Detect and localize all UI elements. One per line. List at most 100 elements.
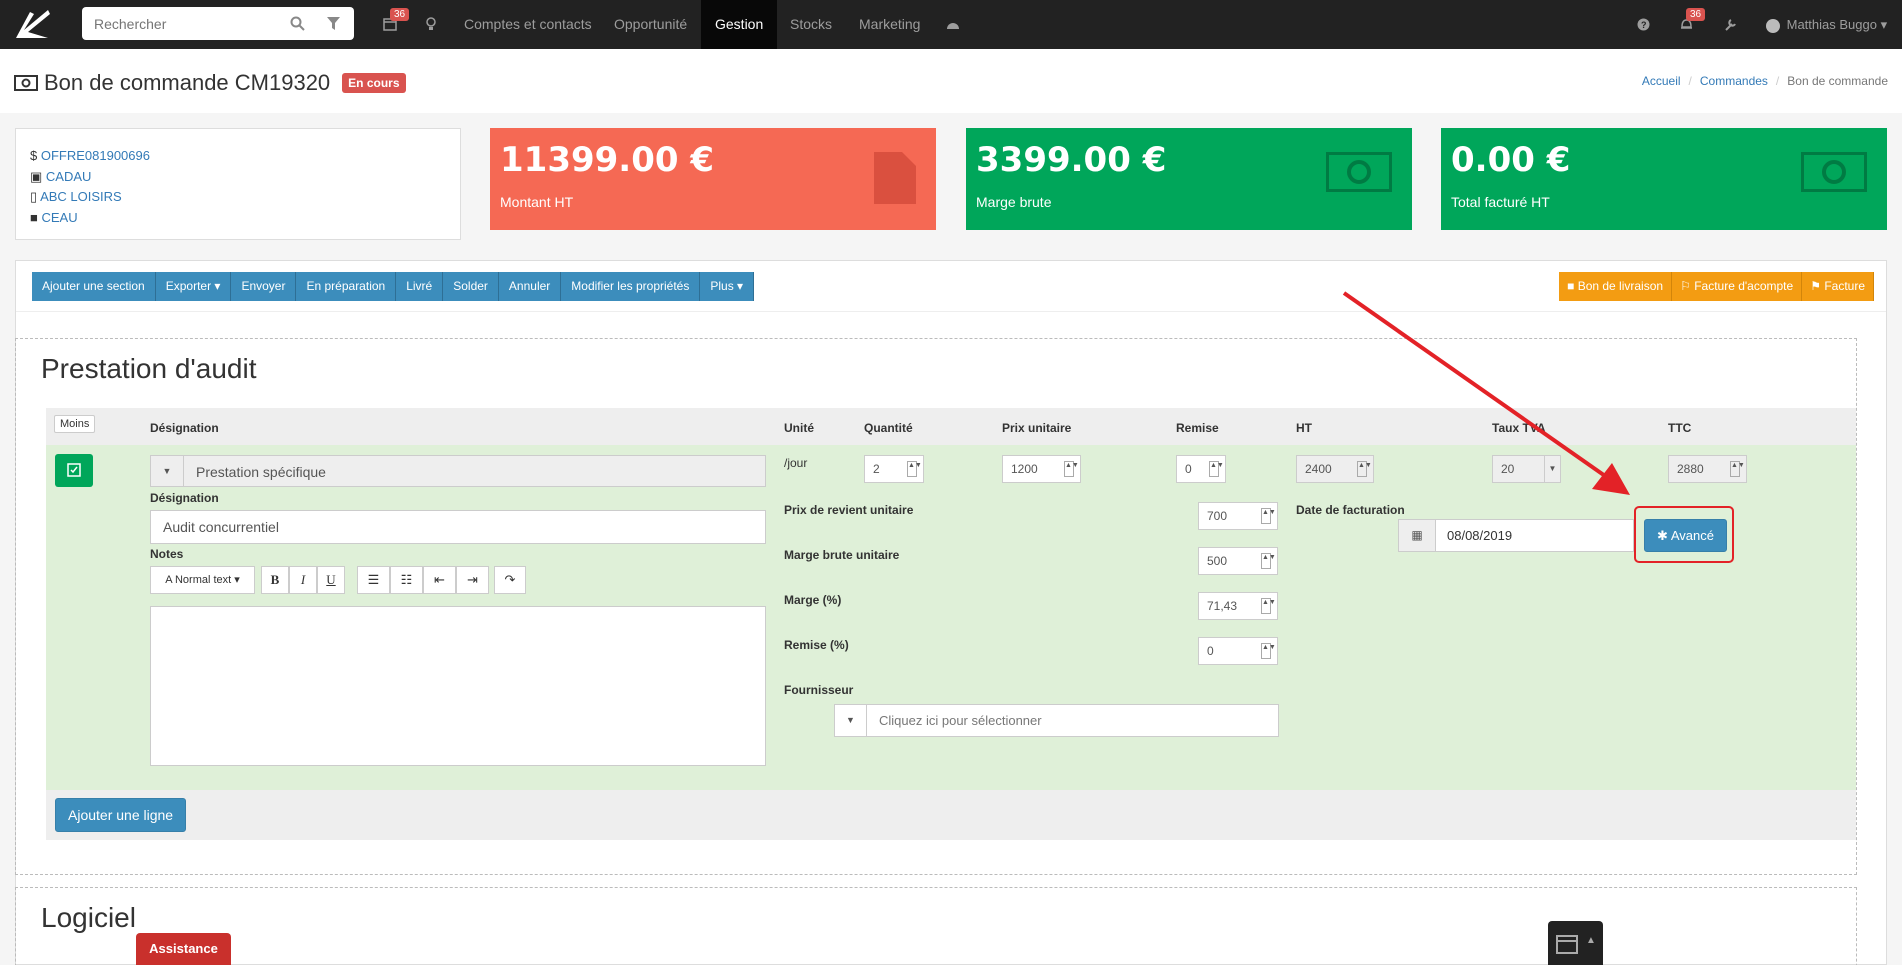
stat-tile-facture: 0.00 € Total facturé HT <box>1441 128 1887 230</box>
stat-tile-marge: 3399.00 € Marge brute <box>966 128 1412 230</box>
product-select[interactable]: ▼ Prestation spécifique <box>150 455 766 487</box>
assistance-button[interactable]: Assistance <box>136 933 231 965</box>
bold-button[interactable]: B <box>261 566 289 594</box>
nav-gestion[interactable]: Gestion <box>701 0 778 49</box>
add-line-button[interactable]: Ajouter une ligne <box>55 798 187 832</box>
margin-pct-label: Marge (%) <box>784 593 842 607</box>
numbered-list-icon[interactable]: ☷ <box>390 566 423 594</box>
avatar <box>1766 18 1780 33</box>
caret-down-icon: ▼ <box>151 456 184 486</box>
designation-input[interactable]: Audit concurrentiel <box>150 510 766 544</box>
search-icon[interactable] <box>290 16 305 31</box>
notifications-nav[interactable]: 36 <box>1676 8 1706 34</box>
montant-value: 11399.00 € <box>500 140 715 180</box>
flag-outline-icon: ⚐ <box>1680 279 1691 293</box>
more-button[interactable]: Plus ▾ <box>700 272 755 301</box>
cancel-button[interactable]: Annuler <box>498 272 562 301</box>
settle-button[interactable]: Solder <box>443 272 499 301</box>
calendar-badge: 36 <box>390 8 410 21</box>
nav-opportunite[interactable]: Opportunité <box>600 0 701 49</box>
edit-properties-button[interactable]: Modifier les propriétés <box>561 272 701 301</box>
search-box <box>82 7 354 40</box>
col-unit-price: Prix unitaire <box>1002 421 1072 435</box>
section-title: Prestation d'audit <box>41 353 257 384</box>
in-preparation-button[interactable]: En préparation <box>296 272 397 301</box>
unit-value: /jour <box>784 456 808 470</box>
indent-icon[interactable]: ⇥ <box>456 566 489 594</box>
outdent-icon[interactable]: ⇤ <box>423 566 456 594</box>
lightbulb-icon[interactable] <box>421 14 441 34</box>
col-unit: Unité <box>784 421 814 435</box>
notification-badge: 36 <box>1686 8 1706 21</box>
wrench-icon[interactable] <box>1720 14 1740 34</box>
margin-unit-stepper[interactable]: 500 ▲▼ <box>1198 547 1278 575</box>
user-menu[interactable]: Matthias Buggo ▾ <box>1766 0 1887 49</box>
search-input[interactable] <box>82 7 282 40</box>
status-badge: En cours <box>342 73 406 93</box>
nav-marketing[interactable]: Marketing <box>845 0 934 49</box>
col-ht: HT <box>1296 421 1312 435</box>
export-button[interactable]: Exporter ▾ <box>155 272 232 301</box>
caret-down-icon: ▼ <box>835 705 867 736</box>
contact-link[interactable]: CADAU <box>46 169 92 184</box>
cost-stepper[interactable]: 700 ▲▼ <box>1198 502 1278 530</box>
redo-icon[interactable]: ↷ <box>494 566 526 594</box>
notes-editor[interactable] <box>150 606 766 766</box>
breadcrumb-accueil[interactable]: Accueil <box>1642 74 1681 88</box>
margin-unit-label: Marge brute unitaire <box>784 548 900 562</box>
marge-label: Marge brute <box>976 194 1052 210</box>
nav-comptes[interactable]: Comptes et contacts <box>450 0 606 49</box>
bullet-list-icon[interactable]: ☰ <box>357 566 390 594</box>
money-icon <box>1326 152 1392 192</box>
gear-icon: ✱ <box>1657 528 1668 543</box>
notes-label: Notes <box>150 547 184 561</box>
italic-button[interactable]: I <box>289 566 317 594</box>
less-button[interactable]: Moins <box>54 415 96 433</box>
billing-date-value: 08/08/2019 <box>1447 528 1513 543</box>
supplier-placeholder: Cliquez ici pour sélectionner <box>879 713 1042 728</box>
app-logo[interactable] <box>14 8 52 40</box>
file-icon <box>874 152 916 204</box>
filter-icon[interactable] <box>327 17 340 30</box>
deposit-invoice-button[interactable]: ⚐ Facture d'acompte <box>1672 272 1803 301</box>
send-button[interactable]: Envoyer <box>231 272 297 301</box>
discount-stepper[interactable]: 0 ▲▼ <box>1176 455 1226 483</box>
dashboard-icon[interactable] <box>943 14 963 34</box>
money-icon <box>14 75 38 91</box>
add-section-button[interactable]: Ajouter une section <box>32 272 156 301</box>
calendar-widget[interactable]: ▲ <box>1548 921 1603 965</box>
montant-label: Montant HT <box>500 194 574 210</box>
top-navbar: 36 Comptes et contacts Opportunité Gesti… <box>0 0 1902 49</box>
money-icon <box>1801 152 1867 192</box>
col-quantity: Quantité <box>864 421 913 435</box>
invoice-button[interactable]: ⚑ Facture <box>1802 272 1874 301</box>
calendar-icon: ▦ <box>1399 520 1436 551</box>
delivered-button[interactable]: Livré <box>396 272 444 301</box>
order-info-box: $ OFFRE081900696 ▣ CADAU ▯ ABC LOISIRS ■… <box>15 128 461 240</box>
text-style-dropdown[interactable]: A Normal text ▾ <box>150 566 255 594</box>
spinner-icon: ▲▼ <box>1209 461 1224 477</box>
discount-pct-stepper[interactable]: 0 ▲▼ <box>1198 637 1278 665</box>
margin-pct-stepper[interactable]: 71,43 ▲▼ <box>1198 592 1278 620</box>
project-link[interactable]: CEAU <box>41 210 77 225</box>
nav-stocks[interactable]: Stocks <box>776 0 846 49</box>
line-select-toggle[interactable] <box>55 454 93 487</box>
breadcrumb-commandes[interactable]: Commandes <box>1700 74 1768 88</box>
dollar-icon: $ <box>30 148 38 163</box>
col-discount: Remise <box>1176 421 1219 435</box>
discount-pct-label: Remise (%) <box>784 638 849 652</box>
company-link[interactable]: ABC LOISIRS <box>40 189 122 204</box>
supplier-label: Fournisseur <box>784 683 854 697</box>
underline-button[interactable]: U <box>317 566 345 594</box>
spinner-icon: ▲▼ <box>1261 553 1276 569</box>
help-icon[interactable]: ? <box>1633 14 1653 34</box>
supplier-select[interactable]: ▼ Cliquez ici pour sélectionner <box>834 704 1279 737</box>
section-title: Logiciel <box>41 902 136 933</box>
calendar-nav[interactable]: 36 <box>380 8 410 34</box>
offer-link[interactable]: OFFRE081900696 <box>41 148 150 163</box>
contact-icon: ▣ <box>30 168 43 184</box>
advanced-button[interactable]: ✱ Avancé <box>1644 519 1727 552</box>
unit-price-stepper[interactable]: 1200 ▲▼ <box>1002 455 1081 483</box>
quantity-stepper[interactable]: 2 ▲▼ <box>864 455 924 483</box>
billing-date-field[interactable]: ▦ 08/08/2019 <box>1398 519 1634 552</box>
